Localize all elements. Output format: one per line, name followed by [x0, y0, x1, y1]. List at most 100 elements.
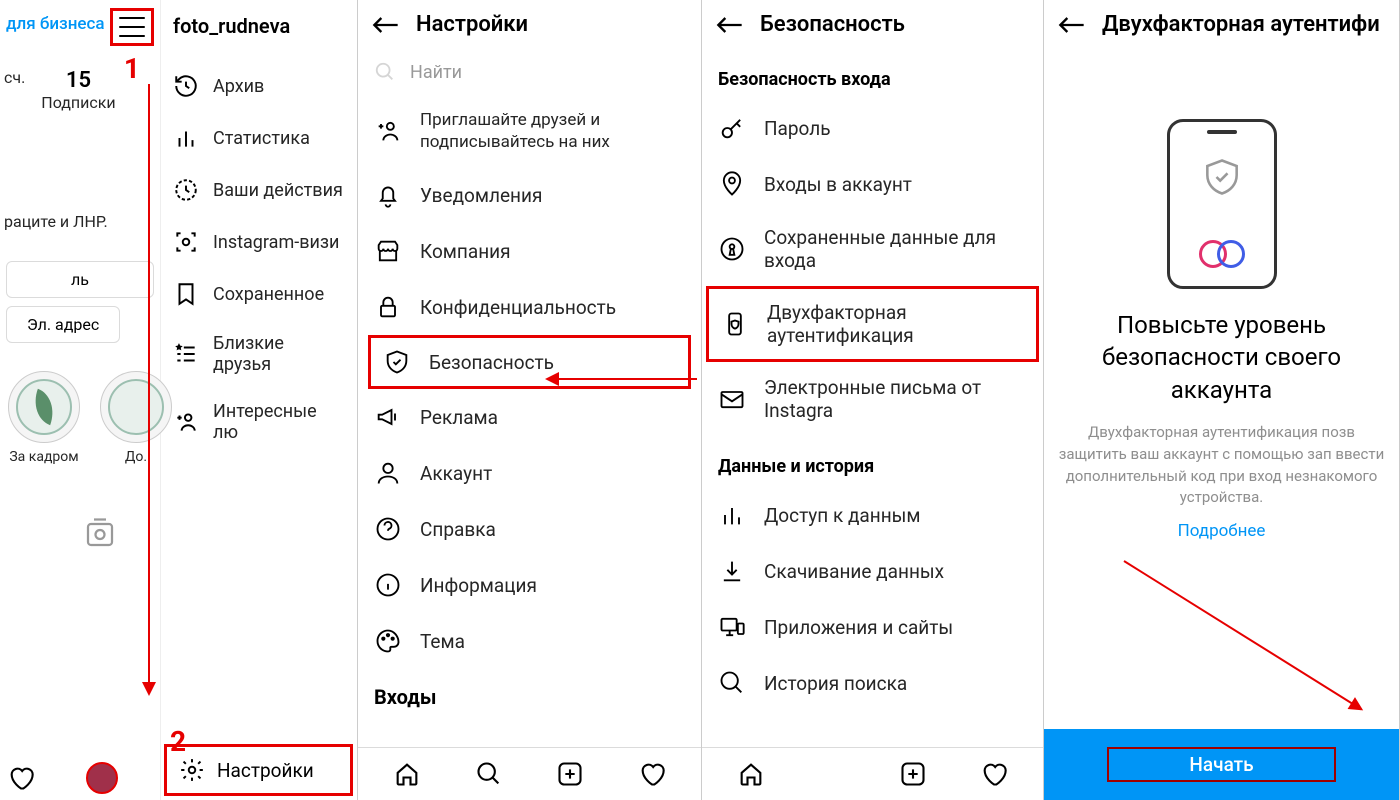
menu-saved[interactable]: Сохраненное — [161, 268, 357, 320]
add-post-icon[interactable] — [899, 760, 927, 788]
heart-icon[interactable] — [980, 760, 1008, 788]
annotation-arrow-left — [547, 378, 697, 380]
menu-settings-highlight[interactable]: Настройки — [164, 744, 353, 796]
menu-label: Интересные лю — [213, 401, 345, 443]
security-login-activity[interactable]: Входы в аккаунт — [702, 156, 1043, 212]
menu-label: Сохраненное — [213, 284, 324, 305]
start-button[interactable]: Начать — [1044, 729, 1399, 800]
two-factor-description: Двухфакторная аутентификация позв защити… — [1044, 422, 1399, 521]
learn-more-link[interactable]: Подробнее — [1044, 521, 1399, 561]
settings-header: Настройки — [358, 0, 701, 49]
key-icon — [718, 114, 746, 142]
home-icon[interactable] — [737, 760, 765, 788]
menu-insights[interactable]: Статистика — [161, 112, 357, 164]
bottom-nav — [358, 747, 701, 800]
help-icon — [374, 515, 402, 543]
home-icon[interactable] — [393, 760, 421, 788]
settings-ads[interactable]: Реклама — [358, 389, 701, 445]
security-emails[interactable]: Электронные письма от Instagra — [702, 362, 1043, 436]
panel-security: Безопасность Безопасность входа Пароль В… — [702, 0, 1044, 800]
menu-label: Ваши действия — [213, 180, 343, 201]
settings-about[interactable]: Информация — [358, 557, 701, 613]
security-label: Сохраненные данные для входа — [764, 226, 1027, 272]
settings-label: Уведомления — [420, 184, 542, 207]
menu-archive[interactable]: Архив — [161, 60, 357, 112]
settings-security-highlight[interactable]: Безопасность — [368, 335, 691, 389]
heart-icon[interactable] — [6, 764, 36, 792]
username: foto_rudneva — [161, 0, 357, 52]
settings-help[interactable]: Справка — [358, 501, 701, 557]
menu-label: Статистика — [213, 128, 310, 149]
settings-theme[interactable]: Тема — [358, 613, 701, 669]
annotation-arrow-down — [148, 84, 150, 694]
story-highlights: За кадром До. — [0, 351, 160, 485]
security-apps-websites[interactable]: Приложения и сайты — [702, 599, 1043, 655]
menu-close-friends[interactable]: Близкие друзья — [161, 320, 357, 388]
menu-label: Архив — [213, 76, 264, 97]
start-button-label: Начать — [1189, 753, 1253, 776]
security-title: Безопасность — [760, 12, 905, 37]
settings-label: Безопасность — [429, 351, 554, 374]
security-label: Скачивание данных — [764, 560, 944, 583]
avatar[interactable] — [86, 762, 118, 794]
shield-check-icon — [1200, 152, 1244, 202]
settings-title: Настройки — [416, 12, 528, 37]
hamburger-icon[interactable] — [119, 17, 145, 37]
person-icon — [374, 459, 402, 487]
login-security-header: Безопасность входа — [702, 49, 1043, 100]
bottom-actions — [6, 762, 118, 794]
menu-nametag[interactable]: Instagram-визи — [161, 216, 357, 268]
back-arrow-icon[interactable] — [1058, 15, 1086, 35]
add-post-icon[interactable] — [556, 760, 584, 788]
list-star-icon — [173, 341, 199, 367]
back-arrow-icon[interactable] — [372, 15, 400, 35]
settings-account[interactable]: Аккаунт — [358, 445, 701, 501]
bar-chart-icon — [718, 501, 746, 529]
bio-partial: раците и ЛНР. — [0, 212, 160, 231]
search-input[interactable]: Найти — [358, 49, 701, 95]
settings-label: Конфиденциальность — [420, 296, 616, 319]
megaphone-icon — [374, 403, 402, 431]
igtv-tab-icon[interactable] — [40, 515, 160, 551]
security-saved-login[interactable]: Сохраненные данные для входа — [702, 212, 1043, 286]
email-button[interactable]: Эл. адрес — [6, 306, 120, 343]
highlight-item-2[interactable]: До. — [100, 371, 172, 465]
settings-notifications[interactable]: Уведомления — [358, 167, 701, 223]
menu-activity[interactable]: Ваши действия — [161, 164, 357, 216]
search-icon — [718, 669, 746, 697]
search-icon[interactable] — [818, 760, 846, 788]
add-person-icon — [374, 117, 402, 145]
profile-partial: для бизнеса 1 сч. 15 Подписки раците и Л… — [0, 0, 160, 800]
security-download-data[interactable]: Скачивание данных — [702, 543, 1043, 599]
menu-discover[interactable]: Интересные лю — [161, 388, 357, 456]
logins-header: Входы — [358, 669, 701, 717]
settings-business[interactable]: Компания — [358, 223, 701, 279]
scan-icon — [173, 229, 199, 255]
heart-icon[interactable] — [638, 760, 666, 788]
envelope-icon — [718, 385, 746, 413]
settings-label: Аккаунт — [420, 462, 492, 485]
stat-following[interactable]: 15 Подписки — [41, 68, 115, 112]
two-factor-heading: Повысьте уровень безопасности своего акк… — [1044, 309, 1399, 422]
start-button-highlight: Начать — [1107, 747, 1335, 782]
back-arrow-icon[interactable] — [716, 15, 744, 35]
highlight-item-1[interactable]: За кадром — [8, 371, 80, 465]
menu-label: Instagram-визи — [213, 232, 339, 253]
two-factor-highlight[interactable]: Двухфакторная аутентификация — [706, 286, 1039, 362]
data-history-header: Данные и история — [702, 436, 1043, 487]
settings-label: Реклама — [420, 406, 498, 429]
security-header: Безопасность — [702, 0, 1043, 49]
location-pin-icon — [718, 170, 746, 198]
edit-profile-button[interactable]: ль — [6, 261, 154, 298]
security-search-history[interactable]: История поиска — [702, 655, 1043, 711]
security-label: Доступ к данным — [764, 504, 921, 527]
settings-follow-friends[interactable]: Приглашайте друзей и подписывайтесь на н… — [358, 95, 701, 167]
bottom-nav — [702, 747, 1043, 800]
security-access-data[interactable]: Доступ к данным — [702, 487, 1043, 543]
menu-label: Близкие друзья — [213, 333, 345, 375]
security-password[interactable]: Пароль — [702, 100, 1043, 156]
settings-privacy[interactable]: Конфиденциальность — [358, 279, 701, 335]
security-label: История поиска — [764, 672, 907, 695]
search-icon[interactable] — [475, 760, 503, 788]
search-placeholder: Найти — [410, 62, 462, 83]
